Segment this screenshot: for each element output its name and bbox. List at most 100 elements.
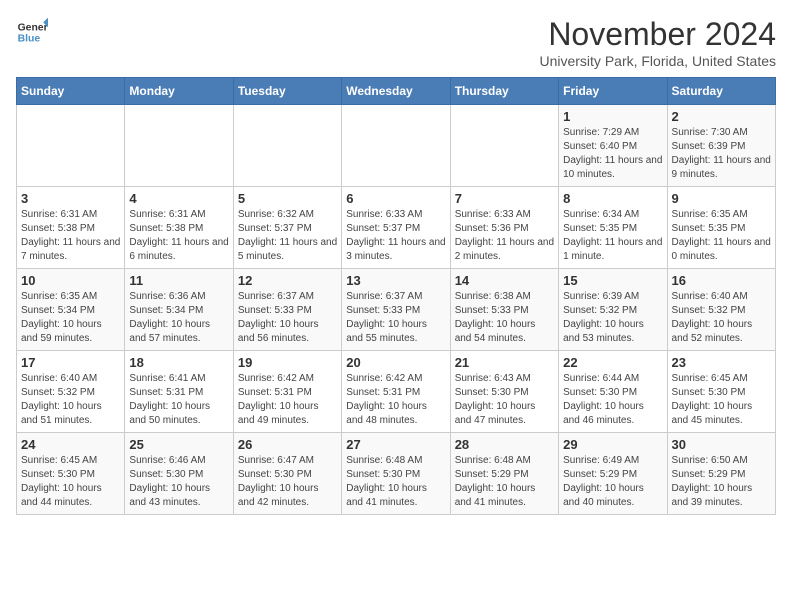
calendar-cell — [125, 105, 233, 187]
day-info: Sunrise: 6:48 AM Sunset: 5:29 PM Dayligh… — [455, 454, 554, 510]
week-row-3: 17Sunrise: 6:40 AM Sunset: 5:32 PM Dayli… — [17, 351, 776, 433]
day-info: Sunrise: 6:33 AM Sunset: 5:36 PM Dayligh… — [455, 208, 554, 264]
calendar-cell: 11 Sunrise: 6:36 AM Sunset: 5:34 PM Dayli… — [125, 269, 233, 351]
day-number: 6 — [346, 191, 445, 206]
day-info: Sunrise: 6:50 AM Sunset: 5:29 PM Dayligh… — [672, 454, 771, 510]
calendar-cell: 13 Sunrise: 6:37 AM Sunset: 5:33 PM Dayli… — [342, 269, 450, 351]
day-info: Sunrise: 6:32 AM Sunset: 5:37 PM Dayligh… — [238, 208, 337, 264]
day-info: Sunrise: 6:44 AM Sunset: 5:30 PM Dayligh… — [563, 372, 662, 428]
header-thursday: Thursday — [450, 78, 558, 105]
logo-icon: General Blue — [16, 16, 48, 48]
calendar-cell: 1 Sunrise: 7:29 AM Sunset: 6:40 PM Daylig… — [559, 105, 667, 187]
day-number: 29 — [563, 437, 662, 452]
location: University Park, Florida, United States — [539, 53, 776, 69]
svg-text:General: General — [18, 22, 48, 33]
week-row-4: 24Sunrise: 6:45 AM Sunset: 5:30 PM Dayli… — [17, 433, 776, 515]
calendar-cell: 22 Sunrise: 6:44 AM Sunset: 5:30 PM Dayli… — [559, 351, 667, 433]
calendar-cell: 9 Sunrise: 6:35 AM Sunset: 5:35 PM Daylig… — [667, 187, 775, 269]
calendar-cell: 17Sunrise: 6:40 AM Sunset: 5:32 PM Dayli… — [17, 351, 125, 433]
day-info: Sunrise: 6:36 AM Sunset: 5:34 PM Dayligh… — [129, 290, 228, 346]
day-number: 23 — [672, 355, 771, 370]
day-number: 13 — [346, 273, 445, 288]
header-row: SundayMondayTuesdayWednesdayThursdayFrid… — [17, 78, 776, 105]
day-info: Sunrise: 6:34 AM Sunset: 5:35 PM Dayligh… — [563, 208, 662, 264]
calendar-cell: 14 Sunrise: 6:38 AM Sunset: 5:33 PM Dayli… — [450, 269, 558, 351]
day-number: 12 — [238, 273, 337, 288]
calendar-cell: 28Sunrise: 6:48 AM Sunset: 5:29 PM Dayli… — [450, 433, 558, 515]
calendar-cell: 23 Sunrise: 6:45 AM Sunset: 5:30 PM Dayli… — [667, 351, 775, 433]
calendar-cell: 3Sunrise: 6:31 AM Sunset: 5:38 PM Daylig… — [17, 187, 125, 269]
day-number: 16 — [672, 273, 771, 288]
day-info: Sunrise: 6:31 AM Sunset: 5:38 PM Dayligh… — [129, 208, 228, 264]
week-row-2: 10Sunrise: 6:35 AM Sunset: 5:34 PM Dayli… — [17, 269, 776, 351]
day-number: 27 — [346, 437, 445, 452]
day-info: Sunrise: 6:45 AM Sunset: 5:30 PM Dayligh… — [672, 372, 771, 428]
day-number: 30 — [672, 437, 771, 452]
calendar-cell — [233, 105, 341, 187]
calendar-cell: 19Sunrise: 6:42 AM Sunset: 5:31 PM Dayli… — [233, 351, 341, 433]
day-number: 18 — [129, 355, 228, 370]
day-number: 10 — [21, 273, 120, 288]
header-monday: Monday — [125, 78, 233, 105]
day-number: 11 — [129, 273, 228, 288]
day-info: Sunrise: 6:48 AM Sunset: 5:30 PM Dayligh… — [346, 454, 445, 510]
calendar-cell: 30 Sunrise: 6:50 AM Sunset: 5:29 PM Dayli… — [667, 433, 775, 515]
day-info: Sunrise: 7:29 AM Sunset: 6:40 PM Dayligh… — [563, 126, 662, 182]
day-number: 22 — [563, 355, 662, 370]
calendar-cell: 26 Sunrise: 6:47 AM Sunset: 5:30 PM Dayli… — [233, 433, 341, 515]
svg-text:Blue: Blue — [18, 34, 41, 45]
calendar-cell — [342, 105, 450, 187]
day-number: 8 — [563, 191, 662, 206]
calendar-cell: 24Sunrise: 6:45 AM Sunset: 5:30 PM Dayli… — [17, 433, 125, 515]
day-number: 26 — [238, 437, 337, 452]
day-number: 21 — [455, 355, 554, 370]
calendar-cell: 7 Sunrise: 6:33 AM Sunset: 5:36 PM Daylig… — [450, 187, 558, 269]
day-info: Sunrise: 6:37 AM Sunset: 5:33 PM Dayligh… — [238, 290, 337, 346]
day-info: Sunrise: 7:30 AM Sunset: 6:39 PM Dayligh… — [672, 126, 771, 182]
day-number: 2 — [672, 109, 771, 124]
day-info: Sunrise: 6:42 AM Sunset: 5:31 PM Dayligh… — [346, 372, 445, 428]
day-number: 3 — [21, 191, 120, 206]
calendar-cell: 8 Sunrise: 6:34 AM Sunset: 5:35 PM Daylig… — [559, 187, 667, 269]
header-tuesday: Tuesday — [233, 78, 341, 105]
calendar-cell: 2 Sunrise: 7:30 AM Sunset: 6:39 PM Daylig… — [667, 105, 775, 187]
day-info: Sunrise: 6:49 AM Sunset: 5:29 PM Dayligh… — [563, 454, 662, 510]
day-info: Sunrise: 6:33 AM Sunset: 5:37 PM Dayligh… — [346, 208, 445, 264]
day-number: 14 — [455, 273, 554, 288]
day-info: Sunrise: 6:47 AM Sunset: 5:30 PM Dayligh… — [238, 454, 337, 510]
month-title: November 2024 — [539, 16, 776, 53]
calendar-cell: 10Sunrise: 6:35 AM Sunset: 5:34 PM Dayli… — [17, 269, 125, 351]
header-wednesday: Wednesday — [342, 78, 450, 105]
calendar-cell: 6 Sunrise: 6:33 AM Sunset: 5:37 PM Daylig… — [342, 187, 450, 269]
header-friday: Friday — [559, 78, 667, 105]
calendar-cell: 25 Sunrise: 6:46 AM Sunset: 5:30 PM Dayli… — [125, 433, 233, 515]
title-area: November 2024 University Park, Florida, … — [539, 16, 776, 69]
day-info: Sunrise: 6:41 AM Sunset: 5:31 PM Dayligh… — [129, 372, 228, 428]
day-info: Sunrise: 6:39 AM Sunset: 5:32 PM Dayligh… — [563, 290, 662, 346]
day-info: Sunrise: 6:46 AM Sunset: 5:30 PM Dayligh… — [129, 454, 228, 510]
day-number: 9 — [672, 191, 771, 206]
calendar-cell: 20 Sunrise: 6:42 AM Sunset: 5:31 PM Dayli… — [342, 351, 450, 433]
logo: General Blue — [16, 16, 48, 48]
calendar-header: SundayMondayTuesdayWednesdayThursdayFrid… — [17, 78, 776, 105]
calendar-cell: 4 Sunrise: 6:31 AM Sunset: 5:38 PM Daylig… — [125, 187, 233, 269]
day-number: 1 — [563, 109, 662, 124]
calendar-cell: 12 Sunrise: 6:37 AM Sunset: 5:33 PM Dayli… — [233, 269, 341, 351]
day-number: 4 — [129, 191, 228, 206]
day-info: Sunrise: 6:40 AM Sunset: 5:32 PM Dayligh… — [21, 372, 120, 428]
day-info: Sunrise: 6:43 AM Sunset: 5:30 PM Dayligh… — [455, 372, 554, 428]
calendar-cell: 21 Sunrise: 6:43 AM Sunset: 5:30 PM Dayli… — [450, 351, 558, 433]
day-number: 20 — [346, 355, 445, 370]
day-number: 5 — [238, 191, 337, 206]
day-info: Sunrise: 6:45 AM Sunset: 5:30 PM Dayligh… — [21, 454, 120, 510]
day-number: 7 — [455, 191, 554, 206]
calendar-table: SundayMondayTuesdayWednesdayThursdayFrid… — [16, 77, 776, 515]
day-info: Sunrise: 6:35 AM Sunset: 5:35 PM Dayligh… — [672, 208, 771, 264]
day-info: Sunrise: 6:38 AM Sunset: 5:33 PM Dayligh… — [455, 290, 554, 346]
calendar-cell: 29 Sunrise: 6:49 AM Sunset: 5:29 PM Dayli… — [559, 433, 667, 515]
day-number: 19 — [238, 355, 337, 370]
calendar-cell: 5 Sunrise: 6:32 AM Sunset: 5:37 PM Daylig… — [233, 187, 341, 269]
day-number: 25 — [129, 437, 228, 452]
day-info: Sunrise: 6:37 AM Sunset: 5:33 PM Dayligh… — [346, 290, 445, 346]
week-row-0: 1 Sunrise: 7:29 AM Sunset: 6:40 PM Daylig… — [17, 105, 776, 187]
